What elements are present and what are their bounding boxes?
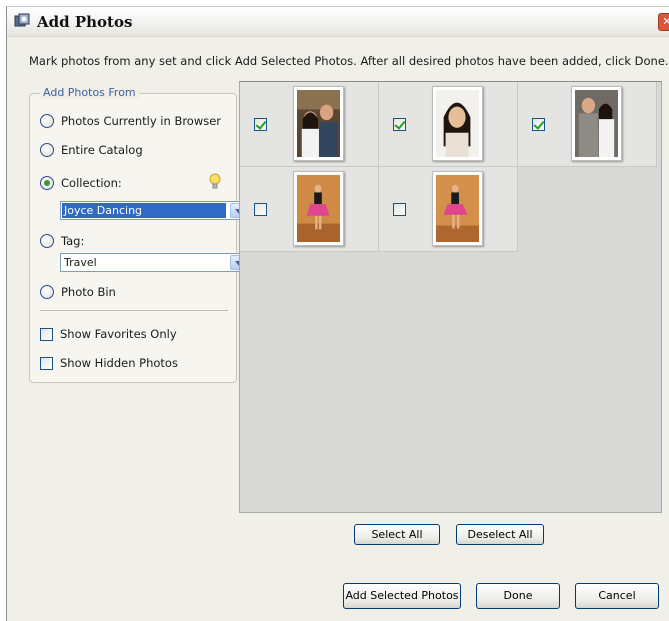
radio-tag[interactable] [40, 234, 54, 248]
option-collection[interactable]: Collection: [40, 175, 122, 191]
option-label: Collection: [61, 176, 122, 190]
tag-value: Travel [64, 256, 97, 269]
cancel-button[interactable]: Cancel [575, 583, 659, 609]
option-tag[interactable]: Tag: [40, 233, 84, 249]
woman-portrait-photo[interactable] [432, 86, 483, 161]
option-label: Entire Catalog [61, 143, 143, 157]
photo-checkbox[interactable] [393, 118, 406, 131]
photo-checkbox[interactable] [254, 118, 267, 131]
dancer-pink-skirt-photo[interactable] [432, 171, 483, 246]
photo-cell[interactable] [379, 82, 518, 167]
divider [40, 310, 228, 311]
photo-cell[interactable] [379, 167, 518, 252]
tag-dropdown[interactable]: Travel [60, 253, 248, 272]
title-bar[interactable]: Add Photos ✕ [7, 7, 669, 37]
option-photos-in-browser[interactable]: Photos Currently in Browser [40, 113, 221, 129]
show-hidden-checkbox[interactable] [40, 356, 53, 370]
option-label: Tag: [61, 234, 85, 248]
instructions-text: Mark photos from any set and click Add S… [29, 54, 669, 68]
deselect-all-button[interactable]: Deselect All [456, 524, 544, 545]
app-icon [14, 13, 31, 28]
add-selected-photos-button[interactable]: Add Selected Photos [343, 583, 461, 609]
radio-photos-in-browser[interactable] [40, 114, 54, 128]
group-legend: Add Photos From [40, 86, 139, 99]
show-hidden-option[interactable]: Show Hidden Photos [40, 355, 178, 371]
photo-cell[interactable] [240, 82, 379, 167]
collection-dropdown[interactable]: Joyce Dancing [60, 201, 248, 220]
show-favorites-checkbox[interactable] [40, 327, 53, 341]
option-photo-bin[interactable]: Photo Bin [40, 284, 116, 300]
photo-checkbox[interactable] [532, 118, 545, 131]
option-label: Photo Bin [61, 285, 116, 299]
radio-collection[interactable] [40, 176, 54, 190]
option-entire-catalog[interactable]: Entire Catalog [40, 142, 143, 158]
dancer-pink-skirt-photo[interactable] [293, 171, 344, 246]
photo-checkbox[interactable] [393, 203, 406, 216]
couple-smiling-photo[interactable] [293, 86, 344, 161]
photo-checkbox[interactable] [254, 203, 267, 216]
couple-standing-photo[interactable] [571, 86, 622, 161]
photo-cell[interactable] [240, 167, 379, 252]
checkbox-label: Show Hidden Photos [60, 356, 178, 370]
photo-grid[interactable] [239, 81, 662, 513]
lightbulb-icon[interactable] [208, 173, 222, 191]
collection-value: Joyce Dancing [62, 203, 226, 218]
add-photos-from-group: Add Photos From Photos Currently in Brow… [29, 86, 248, 383]
show-favorites-option[interactable]: Show Favorites Only [40, 326, 177, 342]
dialog-title: Add Photos [37, 13, 133, 31]
radio-entire-catalog[interactable] [40, 143, 54, 157]
add-photos-dialog: Add Photos ✕ Mark photos from any set an… [6, 6, 669, 621]
radio-photo-bin[interactable] [40, 285, 54, 299]
close-button[interactable]: ✕ [658, 13, 669, 31]
checkbox-label: Show Favorites Only [60, 327, 177, 341]
photo-cell[interactable] [518, 82, 657, 167]
select-all-button[interactable]: Select All [354, 524, 440, 545]
option-label: Photos Currently in Browser [61, 114, 222, 128]
done-button[interactable]: Done [476, 583, 560, 609]
